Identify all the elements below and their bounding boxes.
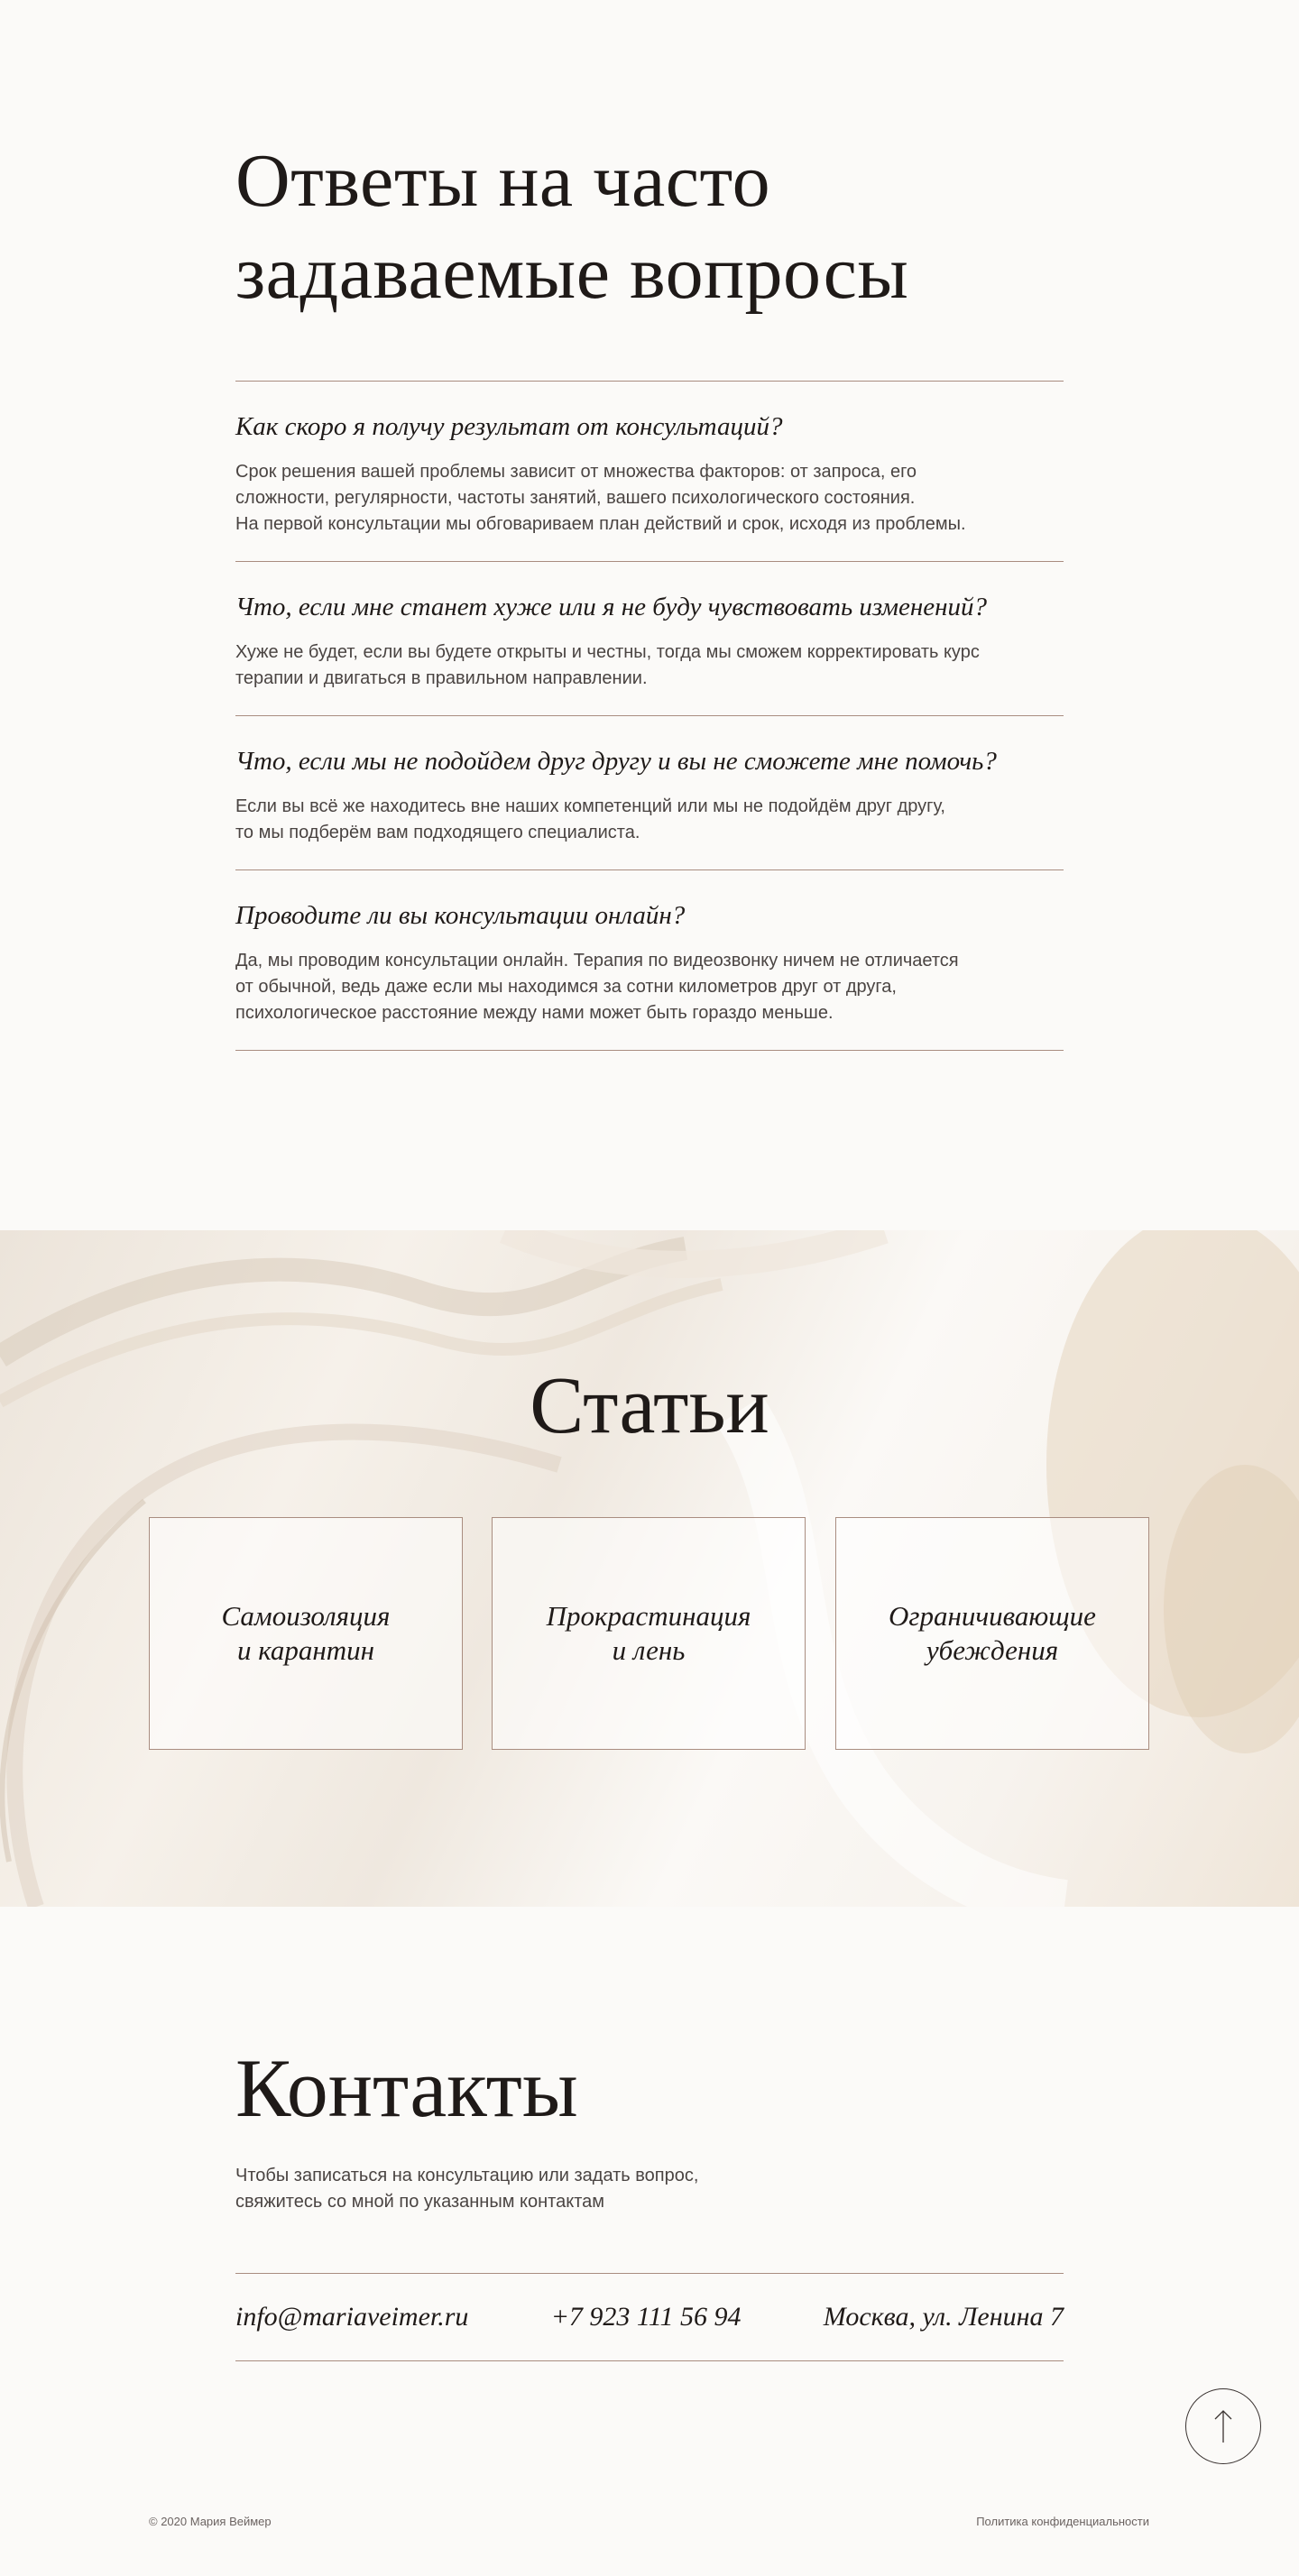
articles-title: Статьи bbox=[530, 1361, 769, 1450]
phone-link[interactable]: +7 923 111 56 94 bbox=[551, 2302, 742, 2332]
faq-item: Как скоро я получу результат от консульт… bbox=[235, 381, 1064, 561]
scroll-top-button[interactable] bbox=[1185, 2388, 1261, 2464]
faq-question: Как скоро я получу результат от консульт… bbox=[235, 412, 783, 441]
faq-question: Что, если мне станет хуже или я не буду … bbox=[235, 593, 988, 621]
faq-list: Как скоро я получу результат от консульт… bbox=[235, 381, 1064, 1051]
address-text: Москва, ул. Ленина 7 bbox=[823, 2302, 1064, 2332]
faq-answer: Если вы всё же находитесь вне наших комп… bbox=[235, 796, 945, 842]
faq-item: Что, если мы не подойдем друг другу и вы… bbox=[235, 715, 1064, 869]
arrow-up-icon bbox=[1214, 2410, 1232, 2443]
article-card-self-isolation[interactable]: Самоизоляция и карантин bbox=[149, 1517, 463, 1750]
article-card-limiting-beliefs[interactable]: Ограничивающие убеждения bbox=[835, 1517, 1149, 1750]
privacy-policy-link[interactable]: Политика конфиденциальности bbox=[976, 2515, 1149, 2528]
faq-item: Проводите ли вы консультации онлайн? Да,… bbox=[235, 869, 1064, 1051]
faq-item: Что, если мне станет хуже или я не буду … bbox=[235, 561, 1064, 715]
article-card-label: Самоизоляция и карантин bbox=[221, 1600, 391, 1666]
articles-section: Статьи Самоизоляция и карантин Прокрасти… bbox=[0, 1230, 1299, 1907]
contacts-title: Контакты bbox=[235, 2042, 578, 2134]
faq-answer: Да, мы проводим консультации онлайн. Тер… bbox=[235, 951, 959, 1023]
faq-question: Что, если мы не подойдем друг другу и вы… bbox=[235, 747, 997, 776]
email-link[interactable]: info@mariaveimer.ru bbox=[235, 2302, 468, 2332]
contacts-section: Контакты Чтобы записаться на консультаци… bbox=[235, 2038, 1064, 2361]
faq-answer: Срок решения вашей проблемы зависит от м… bbox=[235, 462, 966, 534]
article-card-procrastination[interactable]: Прокрастинация и лень bbox=[492, 1517, 806, 1750]
footer-copyright: © 2020 Мария Веймер bbox=[149, 2515, 272, 2528]
contacts-row: info@mariaveimer.ru +7 923 111 56 94 Мос… bbox=[235, 2273, 1064, 2361]
faq-section: Ответы на часто задаваемые вопросы Как с… bbox=[235, 135, 1064, 1051]
faq-answer: Хуже не будет, если вы будете открыты и … bbox=[235, 642, 980, 688]
article-card-label: Прокрастинация и лень bbox=[546, 1600, 751, 1666]
faq-title: Ответы на часто задаваемые вопросы bbox=[235, 139, 909, 315]
contacts-description: Чтобы записаться на консультацию или зад… bbox=[235, 2166, 699, 2212]
faq-question: Проводите ли вы консультации онлайн? bbox=[235, 901, 686, 930]
article-card-label: Ограничивающие убеждения bbox=[889, 1600, 1096, 1666]
